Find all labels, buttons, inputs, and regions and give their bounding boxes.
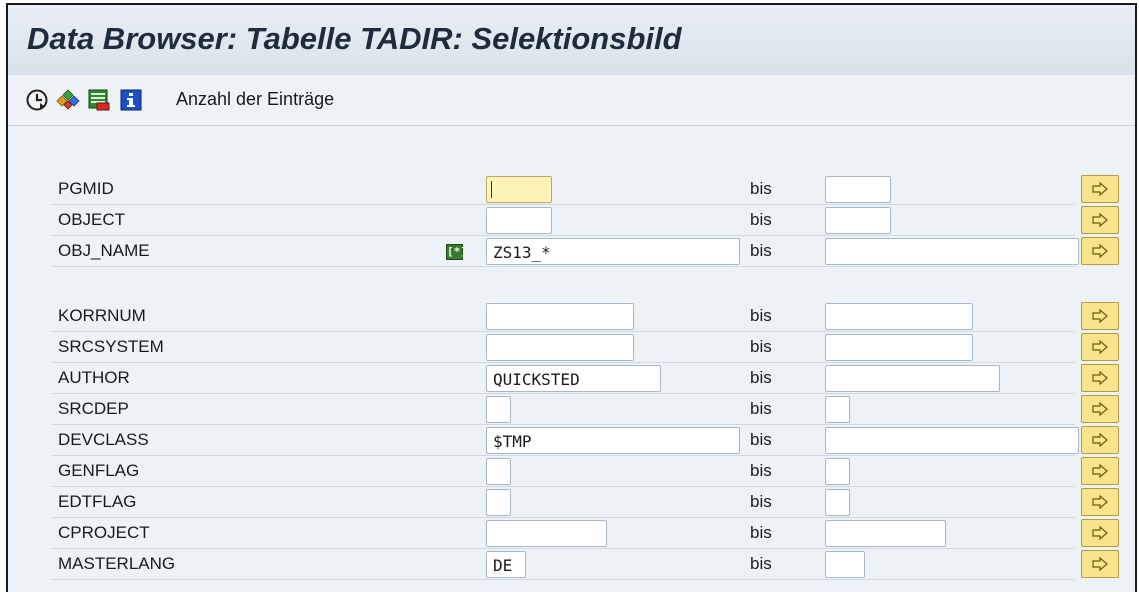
selection-row-object: OBJECT bis: [8, 205, 1135, 236]
field-label: AUTHOR: [58, 368, 130, 387]
arrow-right-icon: [1092, 309, 1108, 323]
arrow-right-icon: [1092, 182, 1108, 196]
selection-row-masterlang: MASTERLANG DE bis: [8, 549, 1135, 580]
korrnum-to-input[interactable]: [825, 303, 973, 330]
to-label: bis: [750, 179, 772, 198]
selection-row-edtflag: EDTFLAG bis: [8, 487, 1135, 518]
object-from-input[interactable]: [486, 207, 552, 234]
devclass-from-input[interactable]: $TMP: [486, 427, 740, 454]
field-label: EDTFLAG: [58, 492, 137, 511]
to-label: bis: [750, 399, 772, 418]
field-label: MASTERLANG: [58, 554, 176, 573]
selection-row-genflag: GENFLAG bis: [8, 456, 1135, 487]
obj-name-from-input[interactable]: ZS13_*: [486, 238, 740, 265]
to-label: bis: [750, 210, 772, 229]
pgmid-from-input[interactable]: [486, 176, 552, 203]
to-label: bis: [750, 461, 772, 480]
arrow-right-icon: [1092, 526, 1108, 540]
selection-row-srcsystem: SRCSYSTEM bis: [8, 332, 1135, 363]
multiple-selection-button[interactable]: [1081, 457, 1119, 485]
arrow-right-icon: [1092, 433, 1108, 447]
to-label: bis: [750, 523, 772, 542]
title-bar: Data Browser: Tabelle TADIR: Selektionsb…: [8, 5, 1135, 75]
cproject-from-input[interactable]: [486, 520, 607, 547]
multiple-selection-button[interactable]: [1081, 395, 1119, 423]
author-to-input[interactable]: [825, 365, 1000, 392]
multiple-selection-button[interactable]: [1081, 206, 1119, 234]
arrow-right-icon: [1092, 495, 1108, 509]
arrow-right-icon: [1092, 340, 1108, 354]
execute-clock-icon[interactable]: [26, 89, 48, 111]
field-label: OBJ_NAME: [58, 241, 150, 260]
to-label: bis: [750, 430, 772, 449]
window-frame: Data Browser: Tabelle TADIR: Selektionsb…: [6, 3, 1137, 592]
field-label: OBJECT: [58, 210, 126, 229]
srcsystem-from-input[interactable]: [486, 334, 634, 361]
arrow-right-icon: [1092, 244, 1108, 258]
multiple-selection-button[interactable]: [1081, 364, 1119, 392]
srcsystem-to-input[interactable]: [825, 334, 973, 361]
field-label: KORRNUM: [58, 306, 146, 325]
arrow-right-icon: [1092, 213, 1108, 227]
to-label: bis: [750, 554, 772, 573]
edtflag-from-input[interactable]: [486, 489, 511, 516]
genflag-from-input[interactable]: [486, 458, 511, 485]
srcdep-from-input[interactable]: [486, 396, 511, 423]
genflag-to-input[interactable]: [825, 458, 850, 485]
arrow-right-icon: [1092, 557, 1108, 571]
multiple-selection-button[interactable]: [1081, 333, 1119, 361]
multiple-selection-button[interactable]: [1081, 488, 1119, 516]
selection-row-obj-name: OBJ_NAME [*] ZS13_* bis: [8, 236, 1135, 267]
multiple-selection-button[interactable]: [1081, 550, 1119, 578]
srcdep-to-input[interactable]: [825, 396, 850, 423]
field-label: GENFLAG: [58, 461, 140, 480]
arrow-right-icon: [1092, 402, 1108, 416]
arrow-right-icon: [1092, 371, 1108, 385]
table-red-icon[interactable]: [88, 89, 110, 111]
field-label: CPROJECT: [58, 523, 150, 542]
info-icon[interactable]: [120, 89, 142, 111]
field-label: PGMID: [58, 179, 114, 198]
field-label: SRCDEP: [58, 399, 129, 418]
arrow-right-icon: [1092, 464, 1108, 478]
selection-row-cproject: CPROJECT bis: [8, 518, 1135, 549]
multiple-selection-button[interactable]: [1081, 175, 1119, 203]
multiple-selection-button[interactable]: [1081, 519, 1119, 547]
to-label: bis: [750, 337, 772, 356]
selection-row-srcdep: SRCDEP bis: [8, 394, 1135, 425]
multiple-selection-button[interactable]: [1081, 426, 1119, 454]
text-cursor: [491, 181, 492, 198]
to-label: bis: [750, 492, 772, 511]
korrnum-from-input[interactable]: [486, 303, 634, 330]
selection-row-korrnum: KORRNUM bis: [8, 301, 1135, 332]
selection-row-pgmid: PGMID bis: [8, 174, 1135, 205]
pattern-select-icon[interactable]: [*]: [446, 244, 467, 260]
to-label: bis: [750, 368, 772, 387]
colored-diamonds-icon[interactable]: [56, 89, 80, 111]
to-label: bis: [750, 306, 772, 325]
selection-screen: PGMID bis OBJECT bis OBJ_NAME [*] ZS13_*…: [8, 126, 1135, 592]
application-toolbar: Anzahl der Einträge: [8, 75, 1135, 126]
edtflag-to-input[interactable]: [825, 489, 850, 516]
field-label: SRCSYSTEM: [58, 337, 164, 356]
devclass-to-input[interactable]: [825, 427, 1079, 454]
object-to-input[interactable]: [825, 207, 891, 234]
field-label: DEVCLASS: [58, 430, 149, 449]
entry-count-button[interactable]: Anzahl der Einträge: [176, 89, 334, 110]
multiple-selection-button[interactable]: [1081, 302, 1119, 330]
cproject-to-input[interactable]: [825, 520, 946, 547]
obj-name-to-input[interactable]: [825, 238, 1079, 265]
selection-row-author: AUTHOR QUICKSTED bis: [8, 363, 1135, 394]
masterlang-to-input[interactable]: [825, 551, 865, 578]
author-from-input[interactable]: QUICKSTED: [486, 365, 661, 392]
pgmid-to-input[interactable]: [825, 176, 891, 203]
masterlang-from-input[interactable]: DE: [486, 551, 526, 578]
selection-row-devclass: DEVCLASS $TMP bis: [8, 425, 1135, 456]
to-label: bis: [750, 241, 772, 260]
window-title: Data Browser: Tabelle TADIR: Selektionsb…: [27, 21, 682, 56]
multiple-selection-button[interactable]: [1081, 237, 1119, 265]
